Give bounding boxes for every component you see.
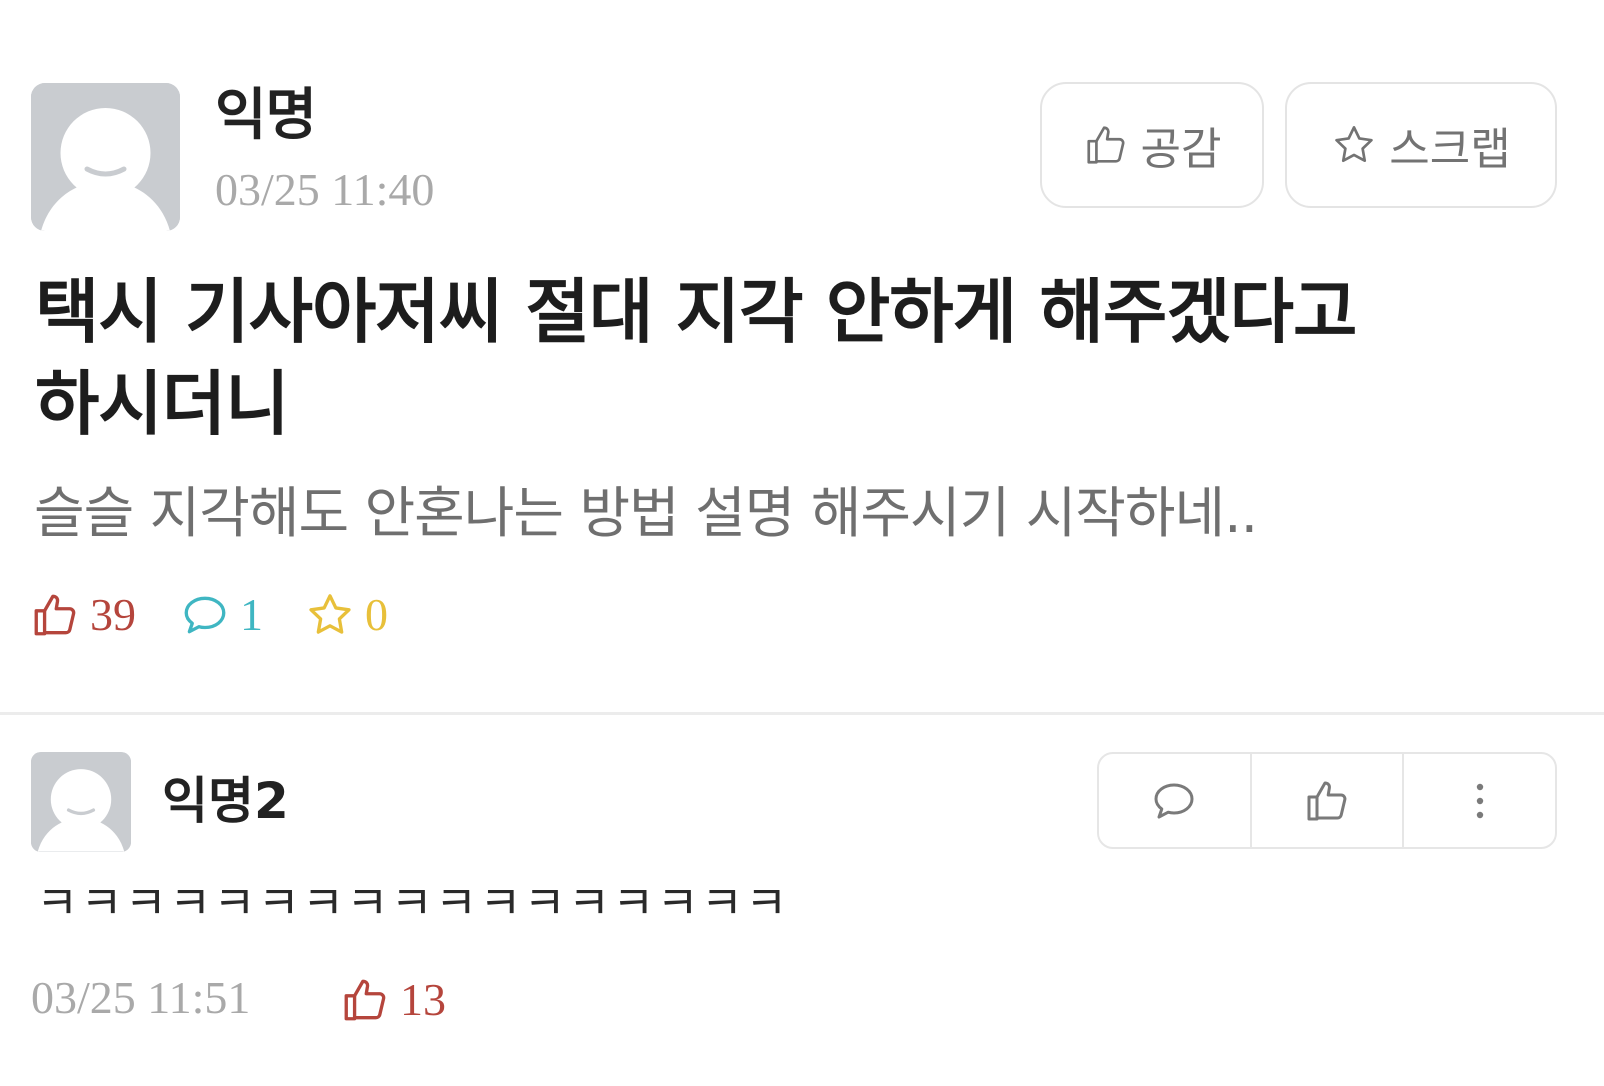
thumbs-up-icon [1307,781,1347,820]
comment-more-button[interactable] [1404,754,1555,847]
post-comment-count: 1 [180,590,263,640]
comment-author-name: 익명2 [162,772,289,830]
post-comment-count-value: 1 [240,589,263,640]
thumbs-up-icon [34,594,76,636]
like-button[interactable]: 공감 [1040,82,1264,208]
post-body: 슬슬 지각해도 안혼나는 방법 설명 해주시기 시작하네.. [34,481,1258,545]
comment-action-group [1097,752,1557,849]
scrap-button-label: 스크랩 [1389,124,1511,175]
thumbs-up-icon [344,979,386,1021]
post-title-line-2: 하시더니 [35,363,290,445]
post-title: 택시 기사아저씨 절대 지각 안하게 해주겠다고 하시더니 [35,266,1575,450]
comment-like-count-value: 13 [400,974,446,1025]
scrap-button[interactable]: 스크랩 [1285,82,1557,208]
post-author-name: 익명 [215,83,317,148]
comment-timestamp: 03/25 11:51 [31,972,251,1023]
comment-text: ㅋㅋㅋㅋㅋㅋㅋㅋㅋㅋㅋㅋㅋㅋㅋㅋㅋ [36,876,790,930]
anonymous-avatar-icon [31,752,131,852]
star-icon [309,594,351,634]
section-divider [0,712,1604,715]
post-title-line-1: 택시 기사아저씨 절대 지각 안하게 해주겠다고 [35,271,1357,353]
comment-like-count: 13 [340,975,446,1025]
more-vertical-icon [1476,783,1483,818]
post-scrap-count-value: 0 [365,589,388,640]
post-author-avatar [31,83,180,231]
post-like-count-value: 39 [90,589,136,640]
star-icon [1335,126,1374,163]
comment-icon [184,596,226,634]
comment-reply-button[interactable] [1099,754,1252,847]
like-button-label: 공감 [1140,124,1222,175]
post-scrap-count: 0 [305,590,388,640]
post-like-count: 39 [30,590,136,640]
comment-author-avatar [31,752,131,852]
anonymous-avatar-icon [31,83,180,231]
post-timestamp: 03/25 11:40 [215,164,435,215]
thumbs-up-icon [1086,126,1125,164]
comment-like-button[interactable] [1252,754,1405,847]
reply-icon [1154,783,1194,818]
